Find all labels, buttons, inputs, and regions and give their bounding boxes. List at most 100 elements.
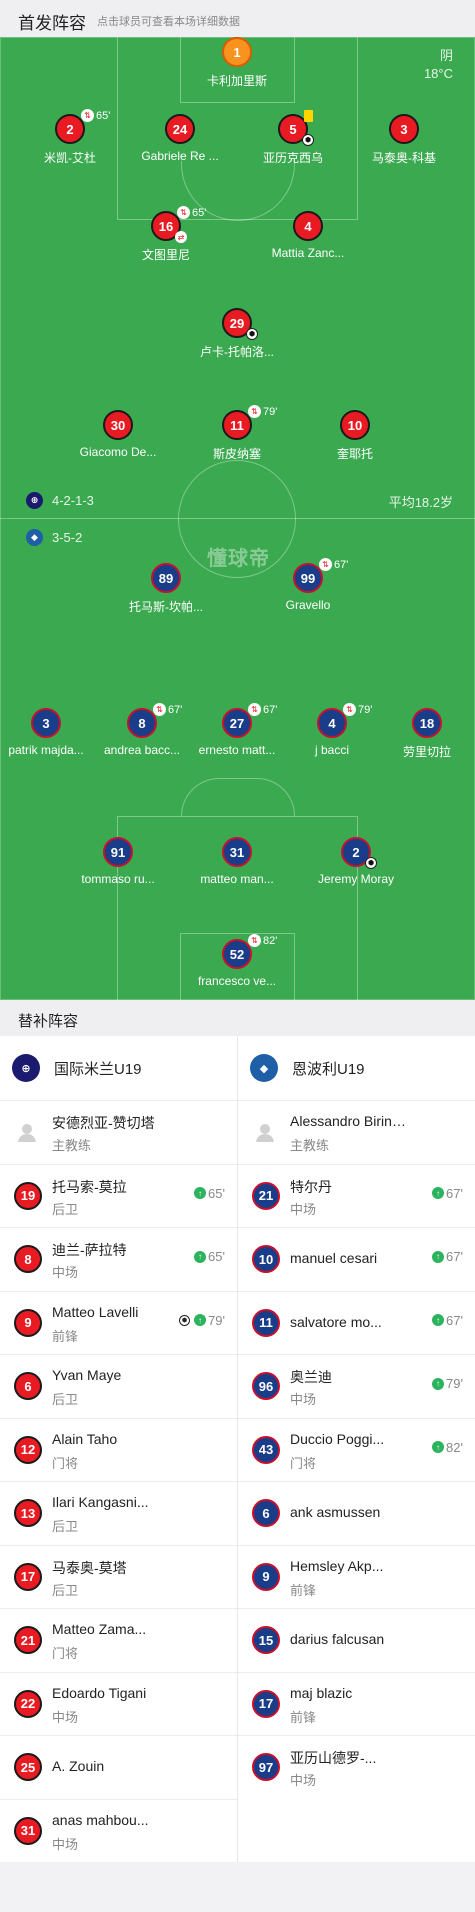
home-player[interactable]: 1 卡利加里斯 <box>182 37 292 97</box>
section-title: 首发阵容 <box>18 14 86 33</box>
sub-in-icon: ↑ <box>432 1250 445 1263</box>
sub-minute: 67' <box>168 703 183 716</box>
sub-minute: 65' <box>96 109 111 122</box>
jersey-number: 21 <box>14 1626 42 1654</box>
player-name: 迪兰-萨拉特 <box>52 1242 127 1258</box>
swap-icon: ⇄ <box>175 231 187 243</box>
average-age: 平均18.2岁 <box>388 495 453 510</box>
sub-player-row[interactable]: 11 salvatore mo... ↑ 67' <box>238 1290 475 1355</box>
sub-player-row[interactable]: 12 Alain Taho 门将 <box>0 1417 237 1482</box>
sub-player-row[interactable]: 8 迪兰-萨拉特 中场 ↑ 65' <box>0 1227 237 1291</box>
away-coach-row[interactable]: Alessandro Birindelli 主教练 <box>238 1100 475 1164</box>
jersey-number: 10 <box>252 1245 280 1273</box>
substitution-marker: ⇅ 79' <box>343 703 372 716</box>
jersey-number: 97 <box>252 1753 280 1781</box>
sub-player-row[interactable]: 43 Duccio Poggi... 门将 ↑ 82' <box>238 1417 475 1482</box>
sub-player-row[interactable]: 9 Matteo Lavelli 前锋 ⬢ ↑ 79' <box>0 1290 237 1355</box>
player-position: 中场 <box>52 1709 79 1725</box>
jersey-number: 13 <box>14 1499 42 1527</box>
away-player[interactable]: 31 matteo man... <box>182 837 292 897</box>
home-player[interactable]: 10 奎耶托 <box>300 410 410 470</box>
player-name: 米凯-艾杜 <box>44 151 96 165</box>
substitution-marker: ⇅ 65' <box>177 206 206 219</box>
sub-player-row[interactable]: 21 特尔丹 中场 ↑ 67' <box>238 1163 475 1228</box>
sub-player-row[interactable]: 6 ank asmussen <box>238 1481 475 1545</box>
subs-header: 替补阵容 <box>0 1000 475 1037</box>
sub-player-row[interactable]: 21 Matteo Zama... 门将 <box>0 1608 237 1672</box>
away-team-name: 恩波利U19 <box>292 1060 365 1078</box>
home-player[interactable]: 4 Mattia Zanc... <box>253 211 363 271</box>
sub-in-minute: 65' <box>208 1185 225 1201</box>
jersey-number: 19 <box>14 1181 42 1210</box>
away-player[interactable]: 27 ernesto matt... ⇅ 67' <box>182 703 292 768</box>
sub-player-row[interactable]: 17 maj blazic 前锋 <box>238 1671 475 1736</box>
jersey-number: 10 <box>340 410 370 440</box>
sub-player-row[interactable]: 17 马泰奥-莫塔 后卫 <box>0 1544 237 1609</box>
home-team-name: 国际米兰U19 <box>54 1060 142 1078</box>
away-formation-row: ◆ 3-5-2 <box>26 529 82 546</box>
sub-player-row[interactable]: 96 奥兰迪 中场 ↑ 79' <box>238 1354 475 1418</box>
home-player[interactable]: 3 马泰奥-科基 <box>349 114 459 174</box>
jersey-number: 3 <box>31 708 61 738</box>
player-position: 中场 <box>290 1392 317 1407</box>
away-player[interactable]: 8 andrea bacc... ⇅ 67' <box>87 703 197 768</box>
away-player[interactable]: 18 劳里切拉 <box>372 708 475 768</box>
away-player[interactable]: 91 tommaso ru... <box>63 837 173 897</box>
player-name: matteo man... <box>200 872 274 886</box>
away-player[interactable]: 52 francesco ve... ⇅ 82' <box>182 934 292 999</box>
player-name: 亚历克西乌 <box>262 151 323 165</box>
goal-ball-icon: ⬢ <box>365 857 377 869</box>
coach-role: 主教练 <box>290 1138 330 1153</box>
substitution-marker: ⇅ 67' <box>248 703 277 716</box>
player-name: 亚历山德罗-... <box>290 1750 377 1766</box>
sub-player-row[interactable]: 10 manuel cesari ↑ 67' <box>238 1227 475 1291</box>
player-name: ernesto matt... <box>198 743 276 757</box>
sub-minute: 79' <box>263 405 278 418</box>
player-name: Gravello <box>285 598 331 612</box>
home-player[interactable]: 29 卢卡-托帕洛... ⬢ <box>182 308 292 368</box>
sub-in-icon: ↑ <box>194 1250 207 1263</box>
sub-in-minute: 79' <box>208 1312 225 1328</box>
home-player[interactable]: 16 文图里尼 ⇅ 65' ⇄ <box>111 206 221 271</box>
player-name: anas mahbou... <box>52 1811 149 1828</box>
substitution-marker: ⇅ 65' <box>81 109 110 122</box>
jersey-number: 8 <box>14 1245 42 1273</box>
home-player[interactable]: 11 斯皮纳塞 ⇅ 79' <box>182 405 292 470</box>
yellow-card-icon <box>304 110 313 122</box>
player-position: 中场 <box>290 1201 317 1217</box>
jersey-number: 9 <box>14 1308 42 1337</box>
sub-player-row[interactable]: 13 Ilari Kangasni... 后卫 <box>0 1481 237 1545</box>
sub-player-row[interactable]: 97 亚历山德罗-... 中场 <box>238 1735 475 1799</box>
home-coach-row[interactable]: 安德烈亚-赞切塔 主教练 <box>0 1100 237 1164</box>
sub-player-row[interactable]: 6 Yvan Maye 后卫 <box>0 1354 237 1418</box>
away-player[interactable]: 2 Jeremy Moray ⬢ <box>301 837 411 897</box>
home-player[interactable]: 5 亚历克西乌 ⬢ <box>238 110 348 174</box>
away-player[interactable]: 89 托马斯-坎帕... <box>111 563 221 623</box>
home-player[interactable]: 24 Gabriele Re ... <box>125 114 235 174</box>
home-player[interactable]: 2 米凯-艾杜 ⇅ 65' <box>15 109 125 174</box>
away-player[interactable]: 99 Gravello ⇅ 67' <box>253 558 363 623</box>
sub-player-row[interactable]: 15 darius falcusan <box>238 1608 475 1672</box>
away-team-header[interactable]: ◆ 恩波利U19 <box>238 1036 475 1100</box>
section-hint: 点击球员可查看本场详细数据 <box>97 16 240 28</box>
player-position: 前锋 <box>290 1582 317 1598</box>
away-player[interactable]: 3 patrik majda... <box>0 708 101 768</box>
player-name: Duccio Poggi... <box>290 1430 385 1447</box>
player-name: maj blazic <box>290 1684 353 1701</box>
sub-player-row[interactable]: 31 anas mahbou... 中场 <box>0 1798 237 1863</box>
sub-player-row[interactable]: 9 Hemsley Akp... 前锋 <box>238 1544 475 1609</box>
sub-player-row[interactable]: 25 A. Zouin <box>0 1735 237 1799</box>
sub-player-row[interactable]: 19 托马索-莫拉 后卫 ↑ 65' <box>0 1163 237 1228</box>
player-name: 马泰奥-莫塔 <box>52 1559 127 1576</box>
player-name: patrik majda... <box>8 743 84 757</box>
jersey-number: 31 <box>222 837 252 867</box>
player-name: Giacomo De... <box>79 445 157 459</box>
home-team-header[interactable]: ⊕ 国际米兰U19 <box>0 1036 237 1100</box>
away-player[interactable]: 4j bacci ⇅ 79' <box>277 703 387 768</box>
home-player[interactable]: 30 Giacomo De... <box>63 410 173 470</box>
player-name: 奎耶托 <box>336 447 373 461</box>
player-position: 门将 <box>290 1455 317 1471</box>
sub-player-row[interactable]: 22 Edoardo Tigani 中场 <box>0 1671 237 1736</box>
player-name: Jeremy Moray <box>317 872 394 886</box>
weather-condition: 阴 <box>439 48 453 63</box>
